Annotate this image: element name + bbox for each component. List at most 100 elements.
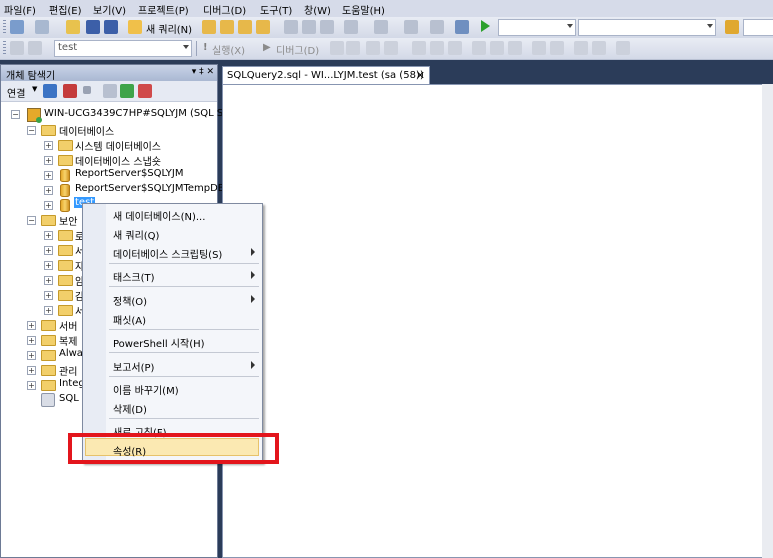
connect-dropdown[interactable]: 연결 (7, 85, 25, 100)
find-icon[interactable] (725, 20, 739, 34)
add-item-icon[interactable] (35, 20, 49, 34)
start-icon[interactable] (481, 20, 490, 32)
results-file-icon[interactable] (508, 41, 522, 55)
toolbar-grip[interactable] (3, 20, 6, 34)
menu-tools[interactable]: 도구(T) (260, 2, 292, 17)
results-text-icon[interactable] (472, 41, 486, 55)
query-designer-icon[interactable] (384, 41, 398, 55)
expand-icon[interactable]: + (27, 351, 36, 360)
open-file-icon[interactable] (66, 20, 80, 34)
stop-icon[interactable] (83, 86, 91, 94)
new-query-icon[interactable] (128, 20, 142, 34)
cut-icon[interactable] (284, 20, 298, 34)
tree-sql-agent[interactable]: SQL (59, 393, 79, 404)
mdx-query-icon[interactable] (238, 20, 252, 34)
expand-icon[interactable]: + (44, 201, 53, 210)
close-icon[interactable]: ✕ (416, 69, 425, 82)
menu-item-new-query[interactable]: 새 쿼리(Q) (113, 227, 159, 242)
menu-item-policies[interactable]: 정책(O) (113, 293, 147, 308)
menu-item-rename[interactable]: 이름 바꾸기(M) (113, 382, 179, 397)
xmla-query-icon[interactable] (256, 20, 270, 34)
find-combo[interactable] (743, 19, 773, 36)
cancel-query-icon[interactable] (330, 41, 344, 55)
tree-databases[interactable]: 데이터베이스 (59, 123, 114, 138)
activity-icon[interactable] (138, 84, 152, 98)
menu-item-reports[interactable]: 보고서(P) (113, 359, 154, 374)
save-icon[interactable] (86, 20, 100, 34)
save-all-icon[interactable] (104, 20, 118, 34)
expand-icon[interactable]: + (44, 231, 53, 240)
platform-combo[interactable] (578, 19, 716, 36)
increase-indent-icon[interactable] (592, 41, 606, 55)
navigate-back-icon[interactable] (404, 20, 418, 34)
solution-config-combo[interactable] (498, 19, 576, 36)
new-project-icon[interactable] (10, 20, 24, 34)
filter-icon[interactable] (103, 84, 117, 98)
tree-management[interactable]: 관리 (59, 363, 77, 378)
menu-item-tasks[interactable]: 태스크(T) (113, 269, 155, 284)
specify-values-icon[interactable] (616, 41, 630, 55)
navigate-forward-icon[interactable] (430, 20, 444, 34)
menu-window[interactable]: 창(W) (304, 2, 331, 17)
menu-help[interactable]: 도움말(H) (342, 2, 385, 17)
activity-monitor-icon[interactable] (455, 20, 469, 34)
expand-icon[interactable]: + (27, 336, 36, 345)
tree-security[interactable]: 보안 (59, 213, 77, 228)
client-stats-icon[interactable] (448, 41, 462, 55)
toolbar-grip[interactable] (3, 41, 6, 55)
connect-server-icon[interactable] (43, 84, 57, 98)
tree-db-reportserver-temp[interactable]: ReportServer$SQLYJMTempDB (75, 183, 225, 194)
menu-project[interactable]: 프로젝트(P) (138, 2, 189, 17)
expand-icon[interactable]: + (27, 366, 36, 375)
uncomment-icon[interactable] (550, 41, 564, 55)
tree-database-snapshots[interactable]: 데이터베이스 스냅숏 (75, 153, 161, 168)
include-plan-icon[interactable] (430, 41, 444, 55)
menu-item-facets[interactable]: 패싯(A) (113, 312, 146, 327)
tree-server-node[interactable]: WIN-UCG3439C7HP#SQLYJM (SQL S (44, 108, 223, 119)
analysis-query-icon[interactable] (220, 20, 234, 34)
db-engine-query-icon[interactable] (202, 20, 216, 34)
expand-icon[interactable]: + (44, 306, 53, 315)
tree-server-objects[interactable]: 서버 (59, 318, 77, 333)
tree-integration-services[interactable]: Integ (59, 378, 85, 389)
redo-icon[interactable] (374, 20, 388, 34)
expand-icon[interactable]: + (44, 291, 53, 300)
collapse-icon[interactable]: − (27, 126, 36, 135)
expand-icon[interactable]: + (44, 261, 53, 270)
menu-item-start-powershell[interactable]: PowerShell 시작(H) (113, 335, 205, 350)
chevron-down-icon[interactable]: ▼ (32, 85, 37, 93)
parse-icon[interactable] (346, 41, 360, 55)
menu-item-delete[interactable]: 삭제(D) (113, 401, 147, 416)
expand-icon[interactable]: + (44, 171, 53, 180)
vertical-scrollbar[interactable] (762, 84, 773, 558)
expand-icon[interactable]: + (27, 381, 36, 390)
comment-icon[interactable] (532, 41, 546, 55)
disconnect-icon[interactable] (63, 84, 77, 98)
tree-replication[interactable]: 복제 (59, 333, 77, 348)
panel-window-buttons[interactable]: ▾ ‡ ✕ (192, 67, 214, 77)
menu-view[interactable]: 보기(V) (93, 2, 126, 17)
menu-file[interactable]: 파일(F) (4, 2, 36, 17)
results-grid-icon[interactable] (490, 41, 504, 55)
collapse-icon[interactable]: − (11, 110, 20, 119)
decrease-indent-icon[interactable] (574, 41, 588, 55)
intellisense-icon[interactable] (412, 41, 426, 55)
expand-icon[interactable]: + (44, 156, 53, 165)
collapse-icon[interactable]: − (27, 216, 36, 225)
new-query-button[interactable]: 새 쿼리(N) (146, 21, 192, 36)
menu-item-script-database[interactable]: 데이터베이스 스크립팅(S) (113, 246, 222, 261)
menu-edit[interactable]: 편집(E) (49, 2, 82, 17)
connect-icon[interactable] (10, 41, 24, 55)
execute-button[interactable]: 실행(X) (212, 42, 245, 57)
menu-item-new-database[interactable]: 새 데이터베이스(N)... (113, 208, 205, 223)
tree-system-databases[interactable]: 시스템 데이터베이스 (75, 138, 161, 153)
change-connection-icon[interactable] (28, 41, 42, 55)
expand-icon[interactable]: + (44, 246, 53, 255)
expand-icon[interactable]: + (44, 141, 53, 150)
expand-icon[interactable]: + (44, 186, 53, 195)
undo-icon[interactable] (344, 20, 358, 34)
paste-icon[interactable] (320, 20, 334, 34)
refresh-icon[interactable] (120, 84, 134, 98)
tab-sqlquery2[interactable]: SQLQuery2.sql - WI...LYJM.test (sa (58))… (222, 66, 430, 85)
tree-db-reportserver[interactable]: ReportServer$SQLYJM (75, 168, 183, 179)
